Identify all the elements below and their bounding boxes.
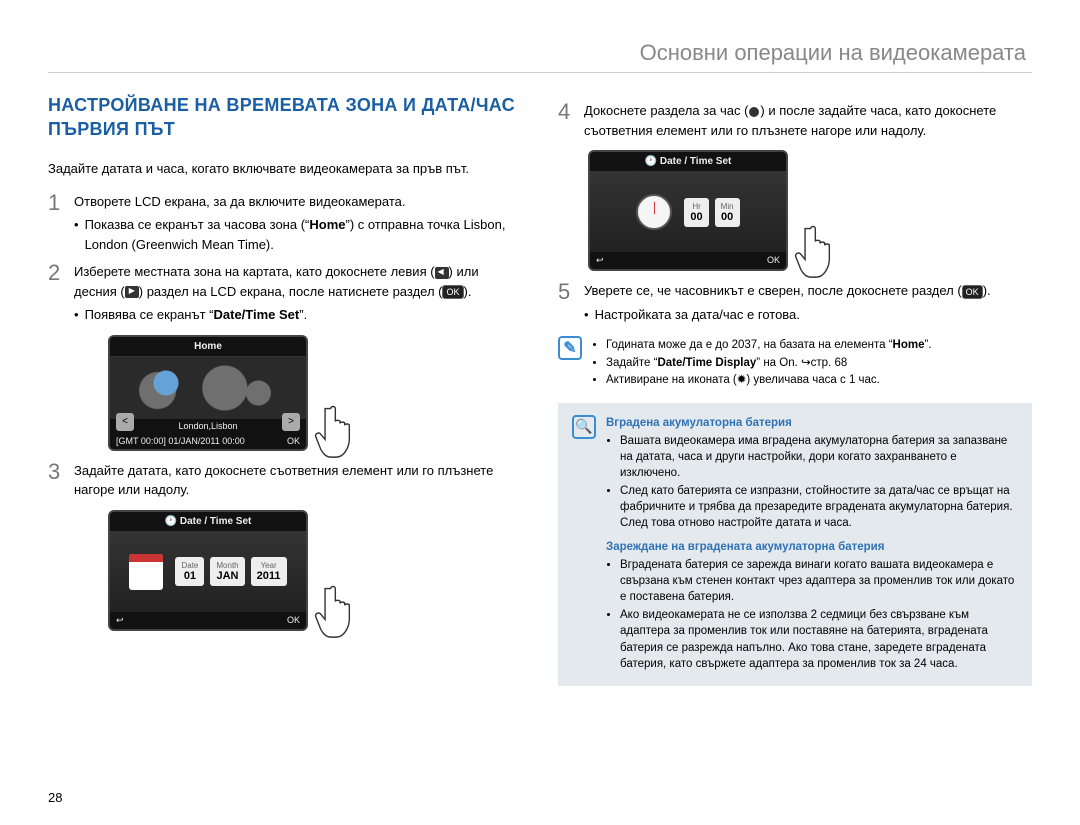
screenshot-home: Home < > London,Lisbon [GMT 00:00] 01/JA… <box>108 335 338 451</box>
year-field[interactable]: Year2011 <box>251 557 287 586</box>
screenshot-date: 🕐 Date / Time Set Date01 MonthJAN Year20… <box>108 510 338 631</box>
step-4-text: Докоснете раздела за час () и после зада… <box>584 103 996 138</box>
hand-icon <box>312 581 368 641</box>
hand-icon <box>312 401 368 461</box>
clock-face-icon <box>636 194 672 230</box>
screen-caption: London,Lisbon <box>110 419 306 433</box>
section-title: НАСТРОЙВАНЕ НА ВРЕМЕВАТА ЗОНА И ДАТА/ЧАС… <box>48 93 522 142</box>
step-5-text: Уверете се, че часовникът е сверен, посл… <box>584 283 991 298</box>
step-3: 3 Задайте датата, като докоснете съответ… <box>48 461 522 500</box>
step-1: 1 Отворете LCD екрана, за да включите ви… <box>48 192 522 255</box>
step-5: 5 Уверете се, че часовникът е сверен, по… <box>558 281 1032 324</box>
ok-icon: OK <box>962 285 983 299</box>
world-map: < > <box>110 357 306 419</box>
step-number: 1 <box>48 192 64 255</box>
screenshot-time: 🕐 Date / Time Set Hr00 Min00 ↩ OK <box>588 150 818 271</box>
screen-ok-button[interactable]: OK <box>287 436 300 446</box>
note-item: Годината може да е до 2037, на базата на… <box>606 338 932 354</box>
note-box: Годината може да е до 2037, на базата на… <box>558 336 1032 391</box>
page-ref-icon <box>801 357 811 369</box>
info-item: След като батерията се изпразни, стойнос… <box>620 483 1018 531</box>
step-2-text: Изберете местната зона на картата, като … <box>74 264 479 299</box>
info-heading: Зареждане на вградената акумулаторна бат… <box>606 541 1018 553</box>
screen-title: Home <box>110 337 306 357</box>
minute-field[interactable]: Min00 <box>715 198 740 227</box>
info-item: Вградената батерия се зарежда винаги ког… <box>620 557 1018 605</box>
nav-left-button[interactable]: < <box>116 413 134 431</box>
screen-title: 🕐 Date / Time Set <box>110 512 306 532</box>
ok-button[interactable]: OK <box>767 255 780 266</box>
info-item: Ако видеокамерата не се използва 2 седми… <box>620 607 1018 671</box>
clock-icon <box>748 106 760 118</box>
step-1-text: Отворете LCD екрана, за да включите виде… <box>74 194 405 209</box>
magnifier-icon <box>572 415 596 439</box>
step-number: 4 <box>558 101 574 140</box>
screen-foot-time: [GMT 00:00] 01/JAN/2011 00:00 <box>116 436 245 446</box>
step-2: 2 Изберете местната зона на картата, кат… <box>48 262 522 325</box>
step-1-bullet: Показва се екранът за часова зона (“Home… <box>85 215 522 254</box>
step-4: 4 Докоснете раздела за час () и после за… <box>558 101 1032 140</box>
note-item: Активиране на иконата () увеличава часа … <box>606 373 932 389</box>
ok-button[interactable]: OK <box>287 615 300 626</box>
dst-icon <box>737 374 747 386</box>
hour-field[interactable]: Hr00 <box>684 198 708 227</box>
back-button[interactable]: ↩ <box>116 615 124 626</box>
step-number: 3 <box>48 461 64 500</box>
page-number: 28 <box>48 790 62 805</box>
right-arrow-icon <box>125 286 139 298</box>
ok-icon: OK <box>442 285 463 299</box>
hand-icon <box>792 221 848 281</box>
screen-title: 🕐 Date / Time Set <box>590 152 786 172</box>
step-number: 5 <box>558 281 574 324</box>
note-item: Задайте “Date/Time Display” на On. стр. … <box>606 356 932 372</box>
step-number: 2 <box>48 262 64 325</box>
intro-text: Задайте датата и часа, когато включвате … <box>48 160 522 178</box>
note-icon <box>558 336 582 360</box>
step-3-text: Задайте датата, като докоснете съответни… <box>74 463 493 498</box>
info-item: Вашата видеокамера има вградена акумулат… <box>620 433 1018 481</box>
date-field[interactable]: Date01 <box>175 557 204 586</box>
month-field[interactable]: MonthJAN <box>210 557 244 586</box>
info-heading: Вградена акумулаторна батерия <box>606 417 1018 429</box>
back-button[interactable]: ↩ <box>596 255 604 266</box>
step-5-bullet: Настройката за дата/час е готова. <box>595 305 800 325</box>
step-2-bullet: Появява се екранът “Date/Time Set”. <box>85 305 308 325</box>
nav-right-button[interactable]: > <box>282 413 300 431</box>
left-arrow-icon <box>435 267 449 279</box>
breadcrumb: Основни операции на видеокамерата <box>48 40 1032 73</box>
info-box: Вградена акумулаторна батерия Вашата вид… <box>558 403 1032 686</box>
calendar-icon <box>129 554 163 590</box>
